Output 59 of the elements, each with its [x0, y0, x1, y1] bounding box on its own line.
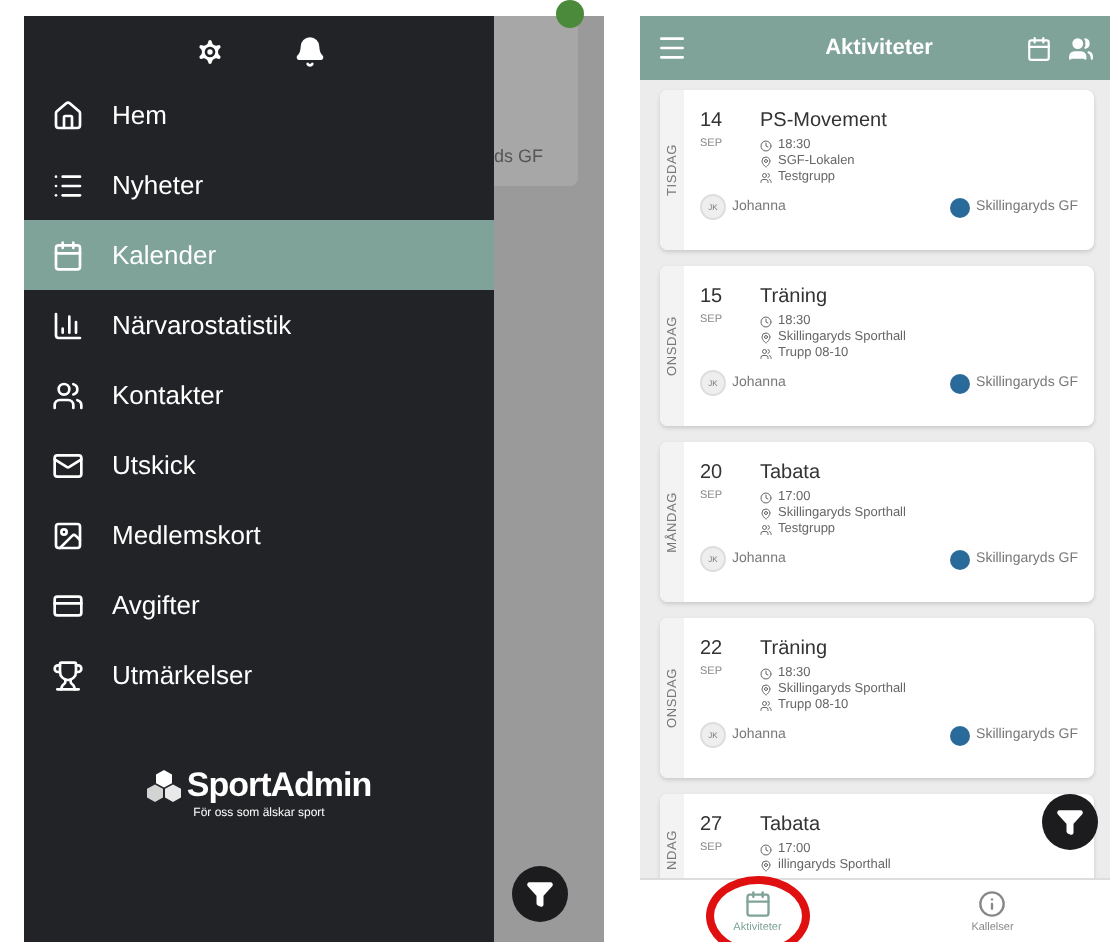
activity-title: Träning: [760, 638, 830, 660]
filter-icon: [526, 880, 554, 908]
calendar-icon[interactable]: [1026, 35, 1052, 61]
status-dot: [556, 0, 584, 28]
clock-icon: [760, 491, 772, 503]
calendar-icon: [743, 889, 772, 917]
menu-item[interactable]: Avgifter: [24, 570, 494, 640]
day-number: 20: [700, 462, 725, 484]
logo-name: SportAdmin: [186, 766, 372, 806]
activity-title: Träning: [760, 286, 830, 308]
clock-icon: [760, 667, 772, 679]
clock-icon: [760, 843, 772, 855]
group-icon: [760, 171, 772, 183]
clock-icon: [760, 139, 772, 151]
day-number: 14: [700, 110, 725, 132]
group-icon: [760, 523, 772, 535]
menu-item[interactable]: Hem: [24, 80, 494, 150]
club-logo-icon: [950, 725, 971, 745]
settings-icon[interactable]: [193, 36, 225, 68]
pin-icon: [760, 859, 772, 871]
club-logo-icon: [950, 197, 971, 217]
info-icon: [978, 889, 1007, 917]
menu-item-icon: [52, 379, 84, 411]
menu-item[interactable]: Medlemskort: [24, 500, 494, 570]
group-icon[interactable]: [1068, 35, 1094, 61]
club-logo-icon: [950, 373, 971, 393]
menu-item[interactable]: Kontakter: [24, 360, 494, 430]
activity-title: Tabata: [760, 814, 823, 836]
day-number: 27: [700, 814, 725, 836]
group-icon: [760, 699, 772, 711]
menu-item-icon: [52, 589, 84, 621]
menu-item-icon: [52, 309, 84, 341]
menu-item-icon: [52, 659, 84, 691]
menu-item-icon: [52, 169, 84, 201]
menu-item[interactable]: Utskick: [24, 430, 494, 500]
pin-icon: [760, 155, 772, 167]
pin-icon: [760, 683, 772, 695]
clock-icon: [760, 315, 772, 327]
menu-item[interactable]: Närvarostatistik: [24, 290, 494, 360]
activity-title: PS-Movement: [760, 110, 887, 132]
bell-icon[interactable]: [293, 36, 325, 68]
pin-icon: [760, 507, 772, 519]
club-logo-icon: [950, 549, 971, 569]
day-number: 15: [700, 286, 725, 308]
menu-item[interactable]: Nyheter: [24, 150, 494, 220]
group-icon: [760, 347, 772, 359]
club-name: ds GF: [494, 146, 544, 166]
day-number: 22: [700, 638, 725, 660]
menu-item-icon: [52, 239, 84, 271]
menu-item-icon: [52, 449, 84, 481]
menu-item-icon: [52, 99, 84, 131]
filter-icon: [1056, 808, 1084, 836]
screen-title: Aktiviteter: [823, 36, 935, 60]
cubes-logo-icon: [146, 770, 183, 802]
activity-title: Tabata: [760, 462, 823, 484]
menu-icon[interactable]: [656, 32, 688, 64]
menu-item[interactable]: Utmärkelser: [24, 640, 494, 710]
menu-item-icon: [52, 519, 84, 551]
pin-icon: [760, 331, 772, 343]
